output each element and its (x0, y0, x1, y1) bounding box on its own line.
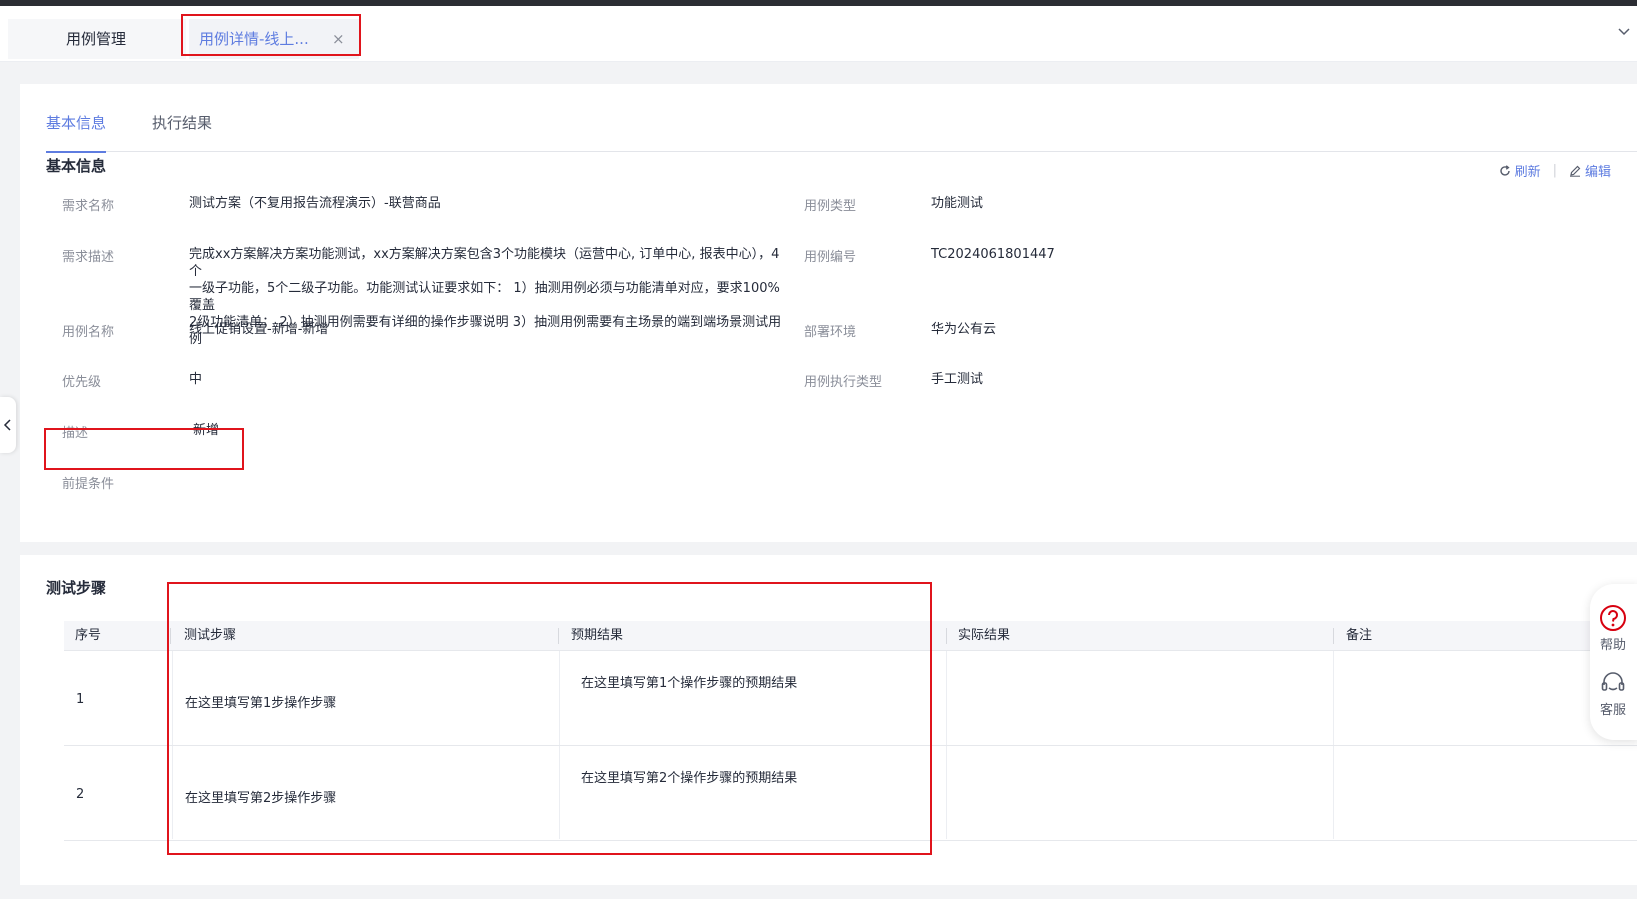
tab-label: 用例管理 (66, 30, 127, 48)
highlight-box-desc (44, 428, 244, 470)
basic-actions: 刷新 | 编辑 (1499, 161, 1611, 180)
service-label: 客服 (1599, 703, 1626, 718)
chevron-left-icon (3, 419, 11, 431)
cell-no: 1 (76, 692, 85, 707)
highlight-box-tab (181, 14, 361, 56)
section-title-basic: 基本信息 (46, 157, 107, 175)
field-value-case-type: 功能测试 (931, 196, 984, 211)
req-desc-line: 一级子功能，5个二级子功能。功能测试认证要求如下： 1）抽测用例必须与功能清单对… (189, 281, 780, 313)
column-divider (1333, 628, 1334, 644)
cell-no: 2 (76, 787, 85, 802)
subtab-basic-info[interactable]: 基本信息 (46, 112, 107, 153)
field-value-req-name: 测试方案（不复用报告流程演示）-联营商品 (189, 196, 441, 211)
field-label-priority: 优先级 (62, 375, 102, 390)
basic-info-card: 基本信息 执行结果 基本信息 刷新 | 编辑 需求名称 测试方案（不复用报告流程… (20, 84, 1637, 542)
refresh-label: 刷新 (1514, 165, 1541, 180)
field-value-case-name: 线上促销设置-新增-新增 (189, 322, 329, 337)
field-label-exec-type: 用例执行类型 (804, 375, 883, 390)
field-label-req-name: 需求名称 (62, 199, 115, 214)
headset-icon (1601, 672, 1625, 691)
field-value-case-no: TC2024061801447 (931, 247, 1055, 262)
field-label-req-desc: 需求描述 (62, 250, 115, 265)
field-label-precondition: 前提条件 (62, 477, 115, 492)
edit-icon (1569, 165, 1581, 177)
floating-help-panel: 帮助 客服 (1590, 584, 1637, 740)
detail-subtabs: 基本信息 执行结果 (46, 112, 1637, 153)
field-label-case-name: 用例名称 (62, 325, 115, 340)
help-button[interactable]: 帮助 (1590, 604, 1636, 653)
subtab-exec-result[interactable]: 执行结果 (152, 112, 212, 152)
field-value-priority: 中 (189, 372, 203, 387)
req-desc-line: 完成xx方案解决方案功能测试，xx方案解决方案包含3个功能模块（运营中心, 订单… (189, 247, 780, 279)
field-value-deploy-env: 华为公有云 (931, 322, 997, 337)
tab-case-management[interactable]: 用例管理 (8, 19, 186, 59)
edit-label: 编辑 (1584, 165, 1611, 180)
customer-service-button[interactable]: 客服 (1590, 669, 1636, 718)
field-label-case-type: 用例类型 (804, 199, 857, 214)
edit-button[interactable]: 编辑 (1569, 161, 1611, 180)
column-header-actual: 实际结果 (958, 628, 1011, 643)
field-label-case-no: 用例编号 (804, 250, 857, 265)
column-header-note: 备注 (1346, 628, 1373, 643)
field-value-exec-type: 手工测试 (931, 372, 984, 387)
chevron-down-icon[interactable] (1617, 24, 1631, 38)
question-icon (1600, 605, 1626, 631)
highlight-box-steps (167, 582, 932, 855)
actions-divider: | (1552, 163, 1557, 178)
refresh-button[interactable]: 刷新 (1499, 161, 1541, 180)
sidebar-collapse-handle[interactable] (0, 397, 16, 453)
refresh-icon (1499, 164, 1510, 176)
field-label-deploy-env: 部署环境 (804, 325, 857, 340)
help-label: 帮助 (1599, 638, 1626, 653)
column-divider (946, 628, 947, 644)
column-header-no: 序号 (75, 628, 102, 643)
section-title-steps: 测试步骤 (46, 579, 107, 597)
